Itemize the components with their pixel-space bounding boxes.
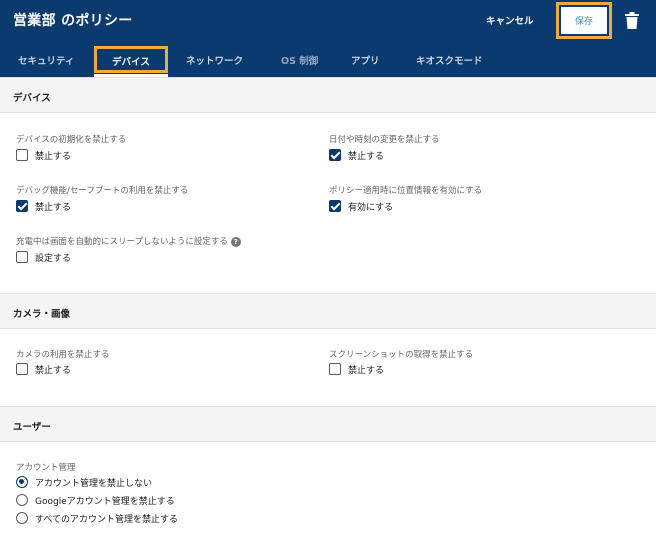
checkbox-box[interactable] [16, 149, 28, 161]
trash-icon[interactable] [625, 12, 639, 29]
tab-apps[interactable]: アプリ [351, 53, 380, 67]
setting-label-location: ポリシー適用時に位置情報を有効にする [329, 186, 483, 196]
option-label: 有効にする [348, 202, 394, 213]
option-label: 禁止する [348, 365, 385, 376]
option-label: 禁止する [348, 151, 385, 162]
section-header-camera: カメラ・画像 [0, 293, 656, 329]
option-label: アカウント管理を禁止しない [35, 478, 153, 489]
checkbox-factory-reset[interactable]: 禁止する [16, 148, 71, 162]
option-label: 設定する [35, 253, 72, 264]
checkbox-box[interactable] [16, 200, 28, 212]
radio-button[interactable] [16, 512, 28, 524]
cancel-button[interactable]: キャンセル [486, 13, 534, 27]
option-label: すべてのアカウント管理を禁止する [35, 514, 179, 525]
page-title: 営業部 のポリシー [13, 13, 133, 29]
checkbox-box[interactable] [329, 149, 341, 161]
option-label: 禁止する [35, 151, 72, 162]
option-label: Googleアカウント管理を禁止する [35, 496, 175, 507]
setting-label-datetime: 日付や時刻の変更を禁止する [329, 135, 440, 145]
section-title-camera: カメラ・画像 [13, 309, 71, 320]
help-icon[interactable]: ? [230, 236, 241, 247]
checkbox-camera[interactable]: 禁止する [16, 362, 71, 376]
tab-kiosk-mode[interactable]: キオスクモード [416, 53, 483, 67]
tab-network[interactable]: ネットワーク [186, 53, 243, 67]
app-header: 営業部 のポリシー キャンセル 保存 セキュリティ デバイス ネットワーク OS… [0, 0, 656, 77]
tab-os-control[interactable]: OS 制御 [281, 53, 318, 67]
checkbox-box[interactable] [329, 200, 341, 212]
checkbox-location[interactable]: 有効にする [329, 199, 393, 213]
radio-account-block-google[interactable]: Googleアカウント管理を禁止する [16, 493, 175, 507]
checkbox-box[interactable] [329, 363, 341, 375]
checkbox-stay-awake[interactable]: 設定する [16, 250, 71, 264]
section-title-user: ユーザー [13, 422, 51, 433]
section-header-device: デバイス [0, 77, 656, 113]
setting-label-camera: カメラの利用を禁止する [16, 350, 110, 360]
section-title-device: デバイス [13, 93, 51, 104]
option-label: 禁止する [35, 202, 72, 213]
checkbox-screenshot[interactable]: 禁止する [329, 362, 384, 376]
checkbox-box[interactable] [16, 251, 28, 263]
checkbox-debug[interactable]: 禁止する [16, 199, 71, 213]
tab-device-label: デバイス [112, 57, 150, 68]
radio-account-block-all[interactable]: すべてのアカウント管理を禁止する [16, 511, 178, 525]
setting-label-factory-reset: デバイスの初期化を禁止する [16, 135, 127, 145]
tab-device[interactable]: デバイス [94, 46, 168, 73]
setting-label-stay-awake-text: 充電中は画面を自動的にスリープしないように設定する [16, 237, 228, 247]
tab-bar: セキュリティ デバイス ネットワーク OS 制御 アプリ キオスクモード [0, 44, 656, 77]
setting-label-debug: デバッグ機能/セーフブートの利用を禁止する [16, 186, 189, 196]
save-button-highlight: 保存 [556, 2, 612, 39]
setting-label-account-management: アカウント管理 [16, 463, 76, 473]
checkbox-box[interactable] [16, 363, 28, 375]
checkbox-datetime[interactable]: 禁止する [329, 148, 384, 162]
radio-button[interactable] [16, 476, 28, 488]
setting-label-screenshot: スクリーンショットの取得を禁止する [329, 350, 474, 360]
option-label: 禁止する [35, 365, 72, 376]
setting-label-stay-awake: 充電中は画面を自動的にスリープしないように設定する? [16, 235, 241, 247]
radio-account-allow[interactable]: アカウント管理を禁止しない [16, 475, 152, 489]
section-header-user: ユーザー [0, 406, 656, 442]
save-button[interactable]: 保存 [561, 7, 607, 34]
tab-security[interactable]: セキュリティ [18, 53, 74, 67]
radio-button[interactable] [16, 494, 28, 506]
